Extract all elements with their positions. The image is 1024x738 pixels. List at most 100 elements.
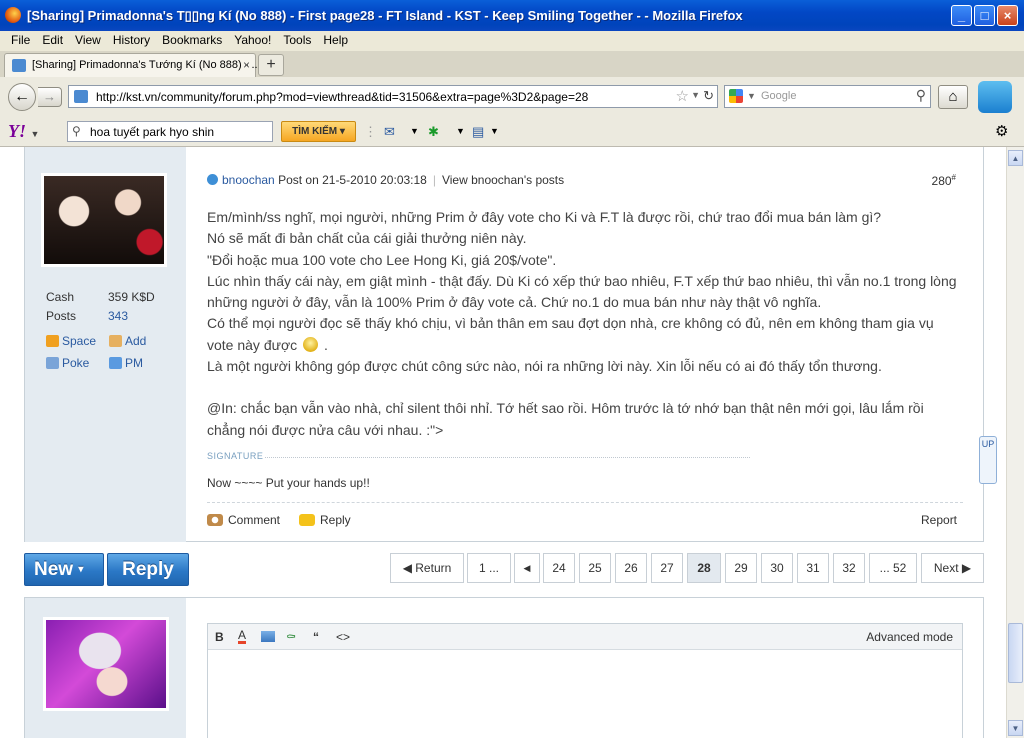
code-button[interactable]: <> — [336, 630, 350, 644]
page-current: 28 — [687, 553, 721, 583]
pm-link[interactable]: PM — [109, 356, 143, 370]
widgets-dropdown-icon[interactable]: ▼ — [456, 123, 465, 140]
web-search-box[interactable]: ▼ Google ⚲ — [724, 85, 931, 108]
comment-label: Comment — [228, 513, 281, 527]
page-link[interactable]: 30 — [761, 553, 793, 583]
window-title: [Sharing] Primadonna's T▯▯ng Kí (No 888)… — [27, 8, 743, 23]
cash-label: Cash — [46, 290, 75, 304]
toolbar-separator-icon: ⋮ — [364, 124, 377, 139]
posts-value[interactable]: 343 — [108, 309, 128, 323]
post-footer-divider — [207, 502, 963, 503]
scroll-up-arrow-icon[interactable]: ▲ — [1008, 150, 1023, 166]
image-icon[interactable] — [261, 631, 275, 642]
addon-icon[interactable] — [978, 81, 1012, 113]
menu-yahoo[interactable]: Yahoo! — [228, 31, 277, 47]
forum-post: Cash 359 K$D Posts 343 Space Add Poke PM… — [24, 147, 984, 542]
advanced-mode-link[interactable]: Advanced mode — [866, 630, 953, 644]
scroll-down-arrow-icon[interactable]: ▼ — [1008, 720, 1023, 736]
page-content: Cash 359 K$D Posts 343 Space Add Poke PM… — [0, 147, 1006, 738]
gear-icon[interactable]: ⚙ — [995, 122, 1008, 140]
tab-forum-thread[interactable]: [Sharing] Primadonna's Tướng Kí (No 888)… — [4, 53, 261, 77]
search-icon[interactable]: ⚲ — [916, 87, 926, 104]
page-link[interactable]: 27 — [651, 553, 683, 583]
link-icon[interactable]: ⚰ — [286, 630, 296, 644]
chevron-down-icon: ▾ — [78, 564, 84, 575]
post-line: @In: chắc bạn vẫn vào nhà, chỉ silent th… — [207, 400, 924, 438]
reply-link[interactable]: Reply — [299, 513, 351, 527]
yahoo-search-value[interactable]: hoa tuyết park hyo shin — [90, 125, 214, 139]
page-link[interactable]: 26 — [615, 553, 647, 583]
url-bar[interactable]: http://kst.vn/community/forum.php?mod=vi… — [68, 85, 718, 108]
view-author-posts-link[interactable]: View bnoochan's posts — [442, 173, 564, 187]
yahoo-search-button[interactable]: TÌM KIẾM ▾ — [281, 121, 356, 142]
page-link[interactable]: 31 — [797, 553, 829, 583]
reply-editor[interactable]: B A ⚰ “ <> Advanced mode — [207, 623, 963, 738]
comment-icon — [207, 514, 223, 526]
post-floor-number[interactable]: 280# — [932, 173, 956, 188]
font-color-button[interactable]: A — [238, 629, 247, 644]
search-placeholder: Google — [761, 90, 797, 102]
menu-history[interactable]: History — [107, 31, 156, 47]
page-link[interactable]: 29 — [725, 553, 757, 583]
url-text[interactable]: http://kst.vn/community/forum.php?mod=vi… — [96, 90, 588, 104]
pagination-next[interactable]: Next ▶ — [921, 553, 984, 583]
notepad-dropdown-icon[interactable]: ▼ — [490, 123, 499, 140]
pagination-return[interactable]: ◀ Return — [390, 553, 464, 583]
menu-view[interactable]: View — [69, 31, 107, 47]
quote-button[interactable]: “ — [313, 630, 319, 644]
post-author-link[interactable]: bnoochan — [222, 173, 275, 187]
page-link[interactable]: 32 — [833, 553, 865, 583]
mail-icon[interactable]: ✉ — [384, 123, 395, 140]
tab-strip: [Sharing] Primadonna's Tướng Kí (No 888)… — [0, 51, 1024, 78]
minimize-button[interactable]: _ — [951, 5, 972, 26]
reply-button[interactable]: Reply — [107, 553, 189, 586]
site-favicon — [74, 90, 88, 103]
yahoo-logo[interactable]: Y! ▼ — [8, 121, 39, 142]
page-first[interactable]: 1 ... — [467, 553, 511, 583]
bookmark-star-icon[interactable]: ☆ — [676, 87, 689, 105]
close-window-button[interactable]: × — [997, 5, 1018, 26]
notepad-icon[interactable]: ▤ — [472, 123, 484, 140]
handshake-icon — [109, 335, 122, 347]
new-tab-button[interactable]: + — [258, 54, 284, 76]
poke-label: Poke — [62, 356, 90, 370]
menu-edit[interactable]: Edit — [36, 31, 69, 47]
back-button[interactable]: ← — [8, 83, 36, 111]
post-line: Nó sẽ mất đi bản chất của cái giải thưởn… — [207, 230, 527, 247]
menu-file[interactable]: File — [0, 31, 36, 47]
author-avatar[interactable] — [41, 173, 167, 267]
space-link[interactable]: Space — [46, 334, 96, 348]
comment-button[interactable]: Comment — [207, 513, 280, 527]
new-thread-button[interactable]: New ▾ — [24, 553, 104, 586]
page-link[interactable]: 25 — [579, 553, 611, 583]
menu-help[interactable]: Help — [317, 31, 354, 47]
forward-button[interactable]: → — [38, 87, 62, 107]
post-author-sidebar: Cash 359 K$D Posts 343 Space Add Poke PM — [25, 147, 186, 542]
menu-tools[interactable]: Tools — [277, 31, 317, 47]
vertical-scrollbar[interactable]: ▲ ▼ — [1006, 147, 1024, 738]
url-history-dropdown-icon[interactable]: ▼ — [691, 90, 700, 100]
search-engine-dropdown-icon[interactable]: ▼ — [747, 91, 756, 101]
tab-close-icon[interactable]: × — [243, 58, 250, 72]
page-last[interactable]: ... 52 — [869, 553, 917, 583]
bold-button[interactable]: B — [215, 630, 224, 644]
reload-icon[interactable]: ↻ — [703, 88, 714, 104]
yahoo-menu-dropdown-icon[interactable]: ▼ — [31, 129, 40, 139]
page-link[interactable]: 24 — [543, 553, 575, 583]
home-button[interactable]: ⌂ — [938, 85, 968, 109]
widgets-icon[interactable]: ✱ — [428, 123, 439, 140]
menu-bookmarks[interactable]: Bookmarks — [156, 31, 228, 47]
back-to-top-widget[interactable]: UP — [979, 436, 997, 484]
poke-link[interactable]: Poke — [46, 356, 89, 370]
maximize-button[interactable]: □ — [974, 5, 995, 26]
report-link[interactable]: Report — [921, 513, 957, 527]
speech-bubble-icon — [299, 514, 315, 526]
add-friend-link[interactable]: Add — [109, 334, 146, 348]
floor-number: 280 — [931, 174, 952, 188]
google-icon[interactable] — [729, 89, 743, 103]
mail-dropdown-icon[interactable]: ▼ — [410, 123, 419, 140]
yahoo-search-input[interactable]: ⚲ hoa tuyết park hyo shin — [67, 121, 273, 142]
page-prev-arrow-icon[interactable]: ◀ — [514, 553, 540, 583]
scrollbar-thumb[interactable] — [1008, 623, 1023, 683]
user-avatar[interactable] — [43, 617, 169, 711]
